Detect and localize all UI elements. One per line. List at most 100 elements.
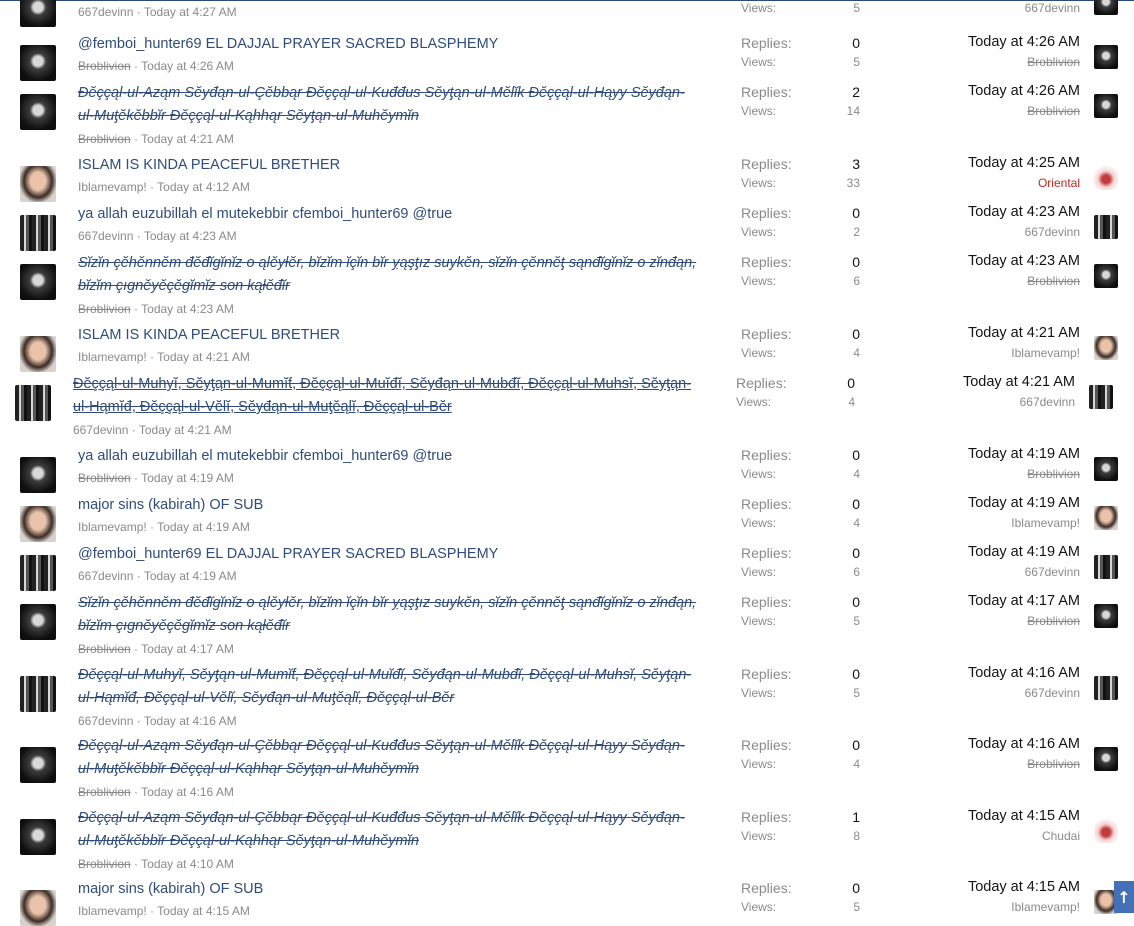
last-post-user-link[interactable]: 667devinn: [1025, 565, 1080, 579]
thread-author-link[interactable]: 667devinn: [78, 5, 133, 19]
last-post-time-link[interactable]: Today at 4:16 AM: [968, 736, 1080, 752]
thread-title-link[interactable]: @femboi_hunter69 EL DAJJAL PRAYER SACRED…: [78, 543, 698, 566]
author-avatar[interactable]: [15, 385, 51, 421]
thread-start-time[interactable]: Today at 4:19 AM: [141, 471, 234, 485]
last-post-user-link[interactable]: 667devinn: [1025, 1, 1080, 15]
last-post-time-link[interactable]: Today at 4:17 AM: [968, 593, 1080, 609]
last-poster-avatar[interactable]: [1094, 264, 1118, 288]
last-poster-avatar[interactable]: [1094, 676, 1118, 700]
thread-author-link[interactable]: 667devinn: [73, 423, 128, 437]
thread-author-link[interactable]: 667devinn: [78, 229, 133, 243]
last-post-time-link[interactable]: Today at 4:23 AM: [968, 253, 1080, 269]
last-poster-avatar[interactable]: [1094, 94, 1118, 118]
last-post-user-link[interactable]: 667devinn: [1025, 686, 1080, 700]
thread-title-link[interactable]: Đĕççąl-ul-Aząm Sĕyđąn-ul-Çĕbbąr Đĕççąl-u…: [78, 807, 698, 853]
thread-title-link[interactable]: Đĕççąl-ul-Aząm Sĕyđąn-ul-Çĕbbąr Đĕççąl-u…: [78, 735, 698, 781]
author-avatar[interactable]: [20, 94, 56, 130]
last-post-time-link[interactable]: Today at 4:21 AM: [968, 325, 1080, 341]
thread-start-time[interactable]: Today at 4:12 AM: [157, 180, 250, 194]
thread-author-link[interactable]: Broblivion: [78, 857, 131, 871]
last-poster-avatar[interactable]: [1094, 166, 1118, 190]
last-post-user-link[interactable]: Broblivion: [1027, 104, 1080, 118]
scroll-to-top-button[interactable]: ↑: [1114, 881, 1134, 913]
thread-start-time[interactable]: Today at 4:21 AM: [157, 350, 250, 364]
last-poster-avatar[interactable]: [1089, 385, 1113, 409]
last-post-time-link[interactable]: Today at 4:21 AM: [963, 374, 1075, 390]
last-post-user-link[interactable]: Broblivion: [1027, 757, 1080, 771]
thread-title-link[interactable]: ISLAM IS KINDA PEACEFUL BRETHER: [78, 324, 698, 347]
last-post-time-link[interactable]: Today at 4:16 AM: [968, 665, 1080, 681]
thread-title-link[interactable]: Đĕççąl-ul-Muhyĭ, Sĕyƫąn-ul-Mumĭƭ, Đĕççąl…: [78, 664, 698, 710]
thread-title-link[interactable]: ISLAM IS KINDA PEACEFUL BRETHER: [78, 154, 698, 177]
thread-start-time[interactable]: Today at 4:23 AM: [141, 302, 234, 316]
last-post-time-link[interactable]: Today at 4:23 AM: [968, 204, 1080, 220]
last-poster-avatar[interactable]: [1094, 604, 1118, 628]
last-post-time-link[interactable]: Today at 4:15 AM: [968, 808, 1080, 824]
thread-author-link[interactable]: Broblivion: [78, 302, 131, 316]
author-avatar[interactable]: [20, 555, 56, 591]
thread-start-time[interactable]: Today at 4:19 AM: [144, 569, 237, 583]
last-post-user-link[interactable]: Chudai: [1042, 829, 1080, 843]
thread-start-time[interactable]: Today at 4:19 AM: [157, 520, 250, 534]
thread-start-time[interactable]: Today at 4:21 AM: [141, 132, 234, 146]
thread-title-link[interactable]: major sins (kabirah) OF SUB: [78, 494, 698, 517]
last-poster-avatar[interactable]: [1094, 819, 1118, 843]
author-avatar[interactable]: [20, 604, 56, 640]
last-post-time-link[interactable]: Today at 4:26 AM: [968, 83, 1080, 99]
last-post-time-link[interactable]: Today at 4:19 AM: [968, 446, 1080, 462]
last-poster-avatar[interactable]: [1094, 555, 1118, 579]
thread-author-link[interactable]: Iblamevamp!: [78, 350, 147, 364]
last-post-time-link[interactable]: Today at 4:19 AM: [968, 544, 1080, 560]
author-avatar[interactable]: [20, 166, 56, 202]
author-avatar[interactable]: [20, 0, 56, 27]
thread-author-link[interactable]: Iblamevamp!: [78, 904, 147, 918]
last-post-user-link[interactable]: Iblamevamp!: [1011, 346, 1080, 360]
author-avatar[interactable]: [20, 264, 56, 300]
thread-title-link[interactable]: ya allah euzubillah el mutekebbir cfembo…: [78, 445, 698, 468]
last-post-time-link[interactable]: Today at 4:25 AM: [968, 155, 1080, 171]
thread-author-link[interactable]: 667devinn: [78, 569, 133, 583]
thread-author-link[interactable]: Broblivion: [78, 59, 131, 73]
thread-start-time[interactable]: Today at 4:26 AM: [141, 59, 234, 73]
thread-author-link[interactable]: Broblivion: [78, 785, 131, 799]
thread-start-time[interactable]: Today at 4:27 AM: [144, 5, 237, 19]
thread-author-link[interactable]: Broblivion: [78, 642, 131, 656]
thread-start-time[interactable]: Today at 4:17 AM: [141, 642, 234, 656]
last-poster-avatar[interactable]: [1094, 336, 1118, 360]
last-poster-avatar[interactable]: [1094, 747, 1118, 771]
last-post-user-link[interactable]: Broblivion: [1027, 614, 1080, 628]
last-post-time-link[interactable]: Today at 4:19 AM: [968, 495, 1080, 511]
thread-start-time[interactable]: Today at 4:10 AM: [141, 857, 234, 871]
last-post-time-link[interactable]: Today at 4:15 AM: [968, 879, 1080, 895]
author-avatar[interactable]: [20, 45, 56, 81]
thread-title-link[interactable]: Đĕççąl-ul-Muhyĭ, Sĕyƫąn-ul-Mumĭƭ, Đĕççąl…: [73, 373, 693, 419]
last-poster-avatar[interactable]: [1094, 0, 1118, 15]
thread-title-link[interactable]: Sĭzĭn çĕhĕnnĕm đĕđĭgĭnĭz o ąlĕyƚĕr, bĭzĭ…: [78, 592, 698, 638]
last-post-time-link[interactable]: Today at 4:26 AM: [968, 34, 1080, 50]
thread-title-link[interactable]: @femboi_hunter69 EL DAJJAL PRAYER SACRED…: [78, 33, 698, 56]
author-avatar[interactable]: [20, 747, 56, 783]
thread-title-link[interactable]: major sins (kabirah) OF SUB: [78, 878, 698, 901]
thread-author-link[interactable]: Broblivion: [78, 132, 131, 146]
thread-title-link[interactable]: Đĕççąl-ul-Aząm Sĕyđąn-ul-Çĕbbąr Đĕççąl-u…: [78, 82, 698, 128]
last-post-user-link[interactable]: Oriental: [1038, 176, 1080, 190]
last-post-user-link[interactable]: Broblivion: [1027, 274, 1080, 288]
last-poster-avatar[interactable]: [1094, 215, 1118, 239]
thread-start-time[interactable]: Today at 4:21 AM: [139, 423, 232, 437]
thread-title-link[interactable]: ya allah euzubillah el mutekebbir cfembo…: [78, 203, 698, 226]
last-post-user-link[interactable]: Iblamevamp!: [1011, 516, 1080, 530]
thread-author-link[interactable]: Broblivion: [78, 471, 131, 485]
last-post-user-link[interactable]: Iblamevamp!: [1011, 900, 1080, 914]
author-avatar[interactable]: [20, 457, 56, 493]
author-avatar[interactable]: [20, 890, 56, 926]
thread-author-link[interactable]: Iblamevamp!: [78, 180, 147, 194]
thread-author-link[interactable]: Iblamevamp!: [78, 520, 147, 534]
last-post-user-link[interactable]: Broblivion: [1027, 467, 1080, 481]
author-avatar[interactable]: [20, 506, 56, 542]
author-avatar[interactable]: [20, 676, 56, 712]
author-avatar[interactable]: [20, 215, 56, 251]
last-post-user-link[interactable]: 667devinn: [1025, 225, 1080, 239]
last-post-user-link[interactable]: 667devinn: [1020, 395, 1075, 409]
last-post-user-link[interactable]: Broblivion: [1027, 55, 1080, 69]
last-poster-avatar[interactable]: [1094, 506, 1118, 530]
